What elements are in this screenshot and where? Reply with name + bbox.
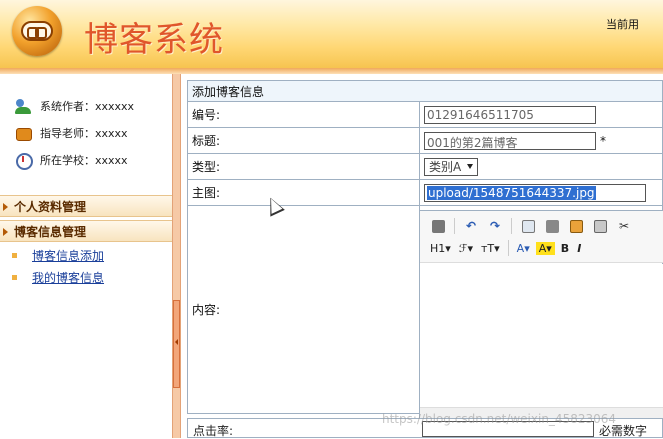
sidebar-item-label: 博客信息添加	[32, 248, 105, 263]
bullet-icon	[12, 274, 17, 280]
title-label: 标题:	[187, 127, 420, 154]
font-size-dropdown[interactable]: тT▾	[479, 242, 502, 255]
collapse-arrow-icon	[175, 339, 178, 345]
school-info: 所在学校：xxxxx	[15, 151, 128, 170]
app-title: 博客系统	[84, 20, 224, 60]
menu-profile-management[interactable]: 个人资料管理	[0, 195, 172, 217]
author-info: 系统作者：xxxxxx	[15, 97, 134, 115]
menu-label: 博客信息管理	[14, 224, 87, 239]
current-user-label: 当前用	[606, 18, 639, 31]
editor-body[interactable]	[420, 264, 663, 419]
sidebar: 系统作者：xxxxxx 指导老师：xxxxx 所在学校：xxxxx 个人资料管理…	[0, 74, 172, 438]
serial-cell: 01291646511705	[419, 101, 663, 128]
title-input[interactable]: 001的第2篇博客	[424, 131, 596, 150]
font-color-button[interactable]: A▾	[515, 242, 532, 255]
rich-text-editor[interactable]: ↶ ↷ ✂ H1▾ ℱ▾ тT▾ A▾ A▾ B I	[419, 210, 663, 419]
toolbar-row-2: H1▾ ℱ▾ тT▾ A▾ A▾ B I	[428, 237, 583, 259]
type-select-value: 类别A	[429, 160, 462, 174]
toolbar-separator	[511, 218, 512, 234]
school-info-text: 所在学校：xxxxx	[40, 154, 128, 167]
teacher-info-text: 指导老师：xxxxx	[40, 127, 128, 140]
type-label: 类型:	[187, 153, 420, 180]
toolbar-row-1: ↶ ↷ ✂	[428, 215, 634, 237]
teacher-info: 指导老师：xxxxx	[15, 124, 128, 142]
font-family-label: ℱ	[458, 241, 468, 255]
form-title: 添加博客信息	[187, 80, 663, 102]
author-icon	[15, 98, 32, 114]
serial-label: 编号:	[187, 101, 420, 128]
italic-button[interactable]: I	[575, 242, 583, 255]
font-family-dropdown[interactable]: ℱ▾	[457, 242, 475, 255]
toolbar-separator	[507, 240, 509, 256]
serial-input[interactable]: 01291646511705	[424, 105, 596, 124]
code-icon[interactable]	[590, 217, 610, 235]
font-color-label: A	[516, 241, 525, 255]
menu-blog-management[interactable]: 博客信息管理	[0, 220, 172, 242]
watermark: https://blog.csdn.net/weixin_45823064	[382, 412, 617, 426]
sidebar-item-my-blogs[interactable]: 我的博客信息	[12, 269, 104, 285]
menu-label: 个人资料管理	[14, 199, 87, 214]
bold-button[interactable]: B	[559, 242, 571, 255]
sidebar-item-label: 我的博客信息	[32, 270, 105, 285]
type-select[interactable]: 类别A	[424, 157, 479, 176]
header: 博客系统 当前用	[0, 0, 663, 68]
chevron-right-icon	[3, 203, 8, 211]
sidebar-collapse-toggle[interactable]	[173, 300, 180, 388]
template-icon[interactable]	[566, 217, 586, 235]
highlight-label: A	[538, 241, 547, 255]
heading-label: H1	[430, 241, 446, 255]
heading-dropdown[interactable]: H1▾	[428, 242, 453, 255]
redo-icon[interactable]: ↷	[485, 217, 505, 235]
cut-icon[interactable]: ✂	[614, 217, 634, 235]
image-input[interactable]: upload/1548751644337.jpg	[424, 183, 646, 202]
required-mark: *	[600, 133, 606, 148]
chevron-down-icon	[467, 164, 474, 169]
type-cell: 类别A	[419, 153, 663, 180]
title-cell: 001的第2篇博客 *	[419, 127, 663, 154]
chevron-right-icon	[3, 228, 8, 236]
clicks-label: 点击率:	[193, 424, 234, 438]
content-label: 内容:	[187, 205, 420, 414]
print-icon[interactable]	[542, 217, 562, 235]
image-label: 主图:	[187, 179, 420, 206]
editor-toolbar: ↶ ↷ ✂ H1▾ ℱ▾ тT▾ A▾ A▾ B I	[420, 211, 663, 263]
main-form: 添加博客信息 编号: 01291646511705 标题: 001的第2篇博客 …	[187, 80, 663, 438]
image-input-value: upload/1548751644337.jpg	[427, 185, 596, 200]
author-info-text: 系统作者：xxxxxx	[40, 100, 135, 113]
bullet-icon	[12, 252, 17, 258]
image-cell: upload/1548751644337.jpg	[419, 179, 663, 206]
teacher-icon	[15, 126, 32, 141]
school-icon	[15, 152, 33, 170]
preview-icon[interactable]	[518, 217, 538, 235]
highlight-button[interactable]: A▾	[535, 241, 555, 255]
sidebar-item-add-blog[interactable]: 博客信息添加	[12, 247, 104, 263]
source-icon[interactable]	[428, 217, 448, 235]
toolbar-separator	[454, 218, 455, 234]
font-size-label: тT	[481, 241, 495, 255]
undo-icon[interactable]: ↶	[461, 217, 481, 235]
logo-icon	[12, 6, 62, 56]
